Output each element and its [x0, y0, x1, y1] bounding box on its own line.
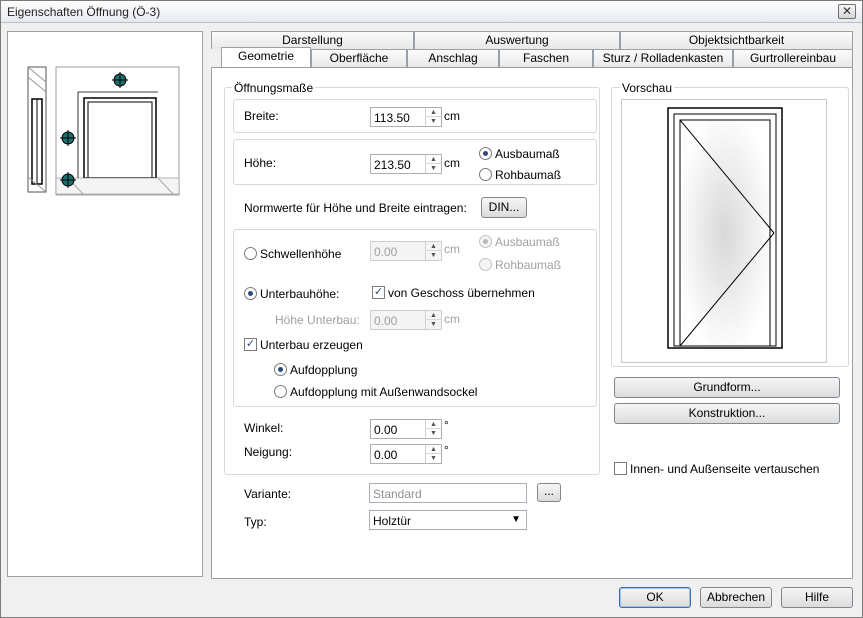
spin-down-icon[interactable]: ▼ [426, 251, 441, 260]
tab-objektsichtbarkeit[interactable]: Objektsichtbarkeit [620, 31, 853, 49]
schwelle-rohbaumass-label: Rohbaumaß [495, 258, 562, 272]
hoehe-ausbaumass-label: Ausbaumaß [495, 147, 560, 161]
schwellenhoehe-spinner[interactable]: 0.00 ▲ ▼ [370, 241, 442, 261]
variante-value: Standard [373, 487, 422, 501]
neigung-spinner[interactable]: 0.00 ▲ ▼ [370, 444, 442, 464]
hoehe-spinner[interactable]: 213.50 ▲ ▼ [370, 154, 442, 174]
oeffnungsmasse-heading: Öffnungsmaße [232, 81, 316, 95]
normwerte-label: Normwerte für Höhe und Breite eintragen: [244, 201, 467, 215]
cancel-button[interactable]: Abbrechen [700, 587, 772, 608]
unterbau-erzeugen-label: Unterbau erzeugen [260, 338, 363, 352]
typ-dropdown[interactable]: Holztür ▼ [369, 510, 527, 530]
close-button[interactable]: ✕ [838, 4, 856, 19]
spin-up-icon[interactable]: ▲ [426, 108, 441, 117]
variante-field[interactable]: Standard [369, 483, 527, 503]
tab-gurtrollereinbau[interactable]: Gurtrollereinbau [733, 49, 853, 67]
von-geschoss-label: von Geschoss übernehmen [388, 286, 535, 300]
schwellenhoehe-unit: cm [444, 242, 460, 256]
window-title: Eigenschaften Öffnung (Ö-3) [7, 5, 161, 19]
schwellenhoehe-value: 0.00 [374, 245, 398, 259]
schwellenhoehe-label: Schwellenhöhe [260, 247, 342, 261]
schwelle-ausbaumass-radio[interactable] [479, 235, 492, 248]
door-preview-drawing [667, 107, 783, 349]
hoehe-rohbaumass-radio[interactable] [479, 168, 492, 181]
hoehe-unterbau-unit: cm [444, 312, 460, 326]
breite-unit: cm [444, 109, 460, 123]
tab-faschen[interactable]: Faschen [499, 49, 593, 67]
winkel-value: 0.00 [374, 423, 398, 437]
tab-auswertung[interactable]: Auswertung [414, 31, 620, 49]
vorschau-heading: Vorschau [620, 81, 675, 95]
hoehe-unterbau-label: Höhe Unterbau: [275, 313, 360, 327]
door-preview [621, 99, 827, 363]
swap-sides-checkbox[interactable] [614, 462, 627, 475]
winkel-label: Winkel: [244, 421, 284, 435]
typ-value: Holztür [373, 514, 412, 528]
neigung-unit: ° [444, 443, 449, 457]
help-button[interactable]: Hilfe [781, 587, 853, 608]
spin-up-icon[interactable]: ▲ [426, 242, 441, 251]
aufdopplung-sockel-radio[interactable] [274, 385, 287, 398]
konstruktion-button[interactable]: Konstruktion... [614, 403, 840, 424]
spin-up-icon[interactable]: ▲ [426, 445, 441, 454]
spin-down-icon[interactable]: ▼ [426, 429, 441, 438]
hoehe-ausbaumass-radio[interactable] [479, 147, 492, 160]
spin-up-icon[interactable]: ▲ [426, 155, 441, 164]
typ-label: Typ: [244, 515, 267, 529]
spin-down-icon[interactable]: ▼ [426, 320, 441, 329]
tab-geometrie[interactable]: Geometrie [221, 47, 311, 67]
ok-button[interactable]: OK [619, 587, 691, 608]
din-button[interactable]: DIN... [481, 197, 527, 218]
dialog-window: Eigenschaften Öffnung (Ö-3) ✕ Darstellun… [0, 0, 863, 618]
unterbau-erzeugen-checkbox[interactable]: ✓ [244, 338, 257, 351]
swap-sides-label: Innen- und Außenseite vertauschen [630, 462, 820, 476]
breite-value: 113.50 [374, 111, 410, 125]
neigung-value: 0.00 [374, 448, 398, 462]
winkel-spinner[interactable]: 0.00 ▲ ▼ [370, 419, 442, 439]
grundform-button[interactable]: Grundform... [614, 377, 840, 398]
winkel-unit: ° [444, 418, 449, 432]
aufdopplung-sockel-label: Aufdopplung mit Außenwandsockel [290, 385, 478, 399]
schwelle-ausbaumass-label: Ausbaumaß [495, 235, 560, 249]
neigung-label: Neigung: [244, 445, 293, 459]
schwelle-rohbaumass-radio[interactable] [479, 258, 492, 271]
title-bar[interactable]: Eigenschaften Öffnung (Ö-3) ✕ [1, 1, 862, 23]
tab-sturz-rolladenkasten[interactable]: Sturz / Rolladenkasten [593, 49, 733, 67]
chevron-down-icon[interactable]: ▼ [511, 514, 521, 525]
hoehe-unterbau-value: 0.00 [374, 314, 398, 328]
aufdopplung-radio[interactable] [274, 363, 287, 376]
hoehe-rohbaumass-label: Rohbaumaß [495, 168, 562, 182]
opening-sketch [27, 66, 180, 196]
variante-label: Variante: [244, 487, 292, 501]
hoehe-unterbau-spinner[interactable]: 0.00 ▲ ▼ [370, 310, 442, 330]
spin-up-icon[interactable]: ▲ [426, 420, 441, 429]
spin-down-icon[interactable]: ▼ [426, 164, 441, 173]
breite-spinner[interactable]: 113.50 ▲ ▼ [370, 107, 442, 127]
unterbauhoehe-label: Unterbauhöhe: [260, 287, 340, 301]
variante-browse-button[interactable]: ... [537, 483, 561, 502]
hoehe-value: 213.50 [374, 158, 411, 172]
hoehe-unit: cm [444, 156, 460, 170]
von-geschoss-checkbox[interactable]: ✓ [372, 286, 385, 299]
breite-label: Breite: [244, 109, 279, 123]
spin-up-icon[interactable]: ▲ [426, 311, 441, 320]
opening-sketch-panel [7, 31, 203, 577]
tab-anschlag[interactable]: Anschlag [407, 49, 499, 67]
schwellenhoehe-radio[interactable] [244, 247, 257, 260]
spin-down-icon[interactable]: ▼ [426, 454, 441, 463]
tab-row-bottom: Geometrie Oberfläche Anschlag Faschen St… [211, 47, 853, 67]
aufdopplung-label: Aufdopplung [290, 363, 358, 377]
spin-down-icon[interactable]: ▼ [426, 117, 441, 126]
tab-oberflaeche[interactable]: Oberfläche [311, 49, 407, 67]
hoehe-label: Höhe: [244, 156, 277, 170]
unterbauhoehe-radio[interactable] [244, 287, 257, 300]
